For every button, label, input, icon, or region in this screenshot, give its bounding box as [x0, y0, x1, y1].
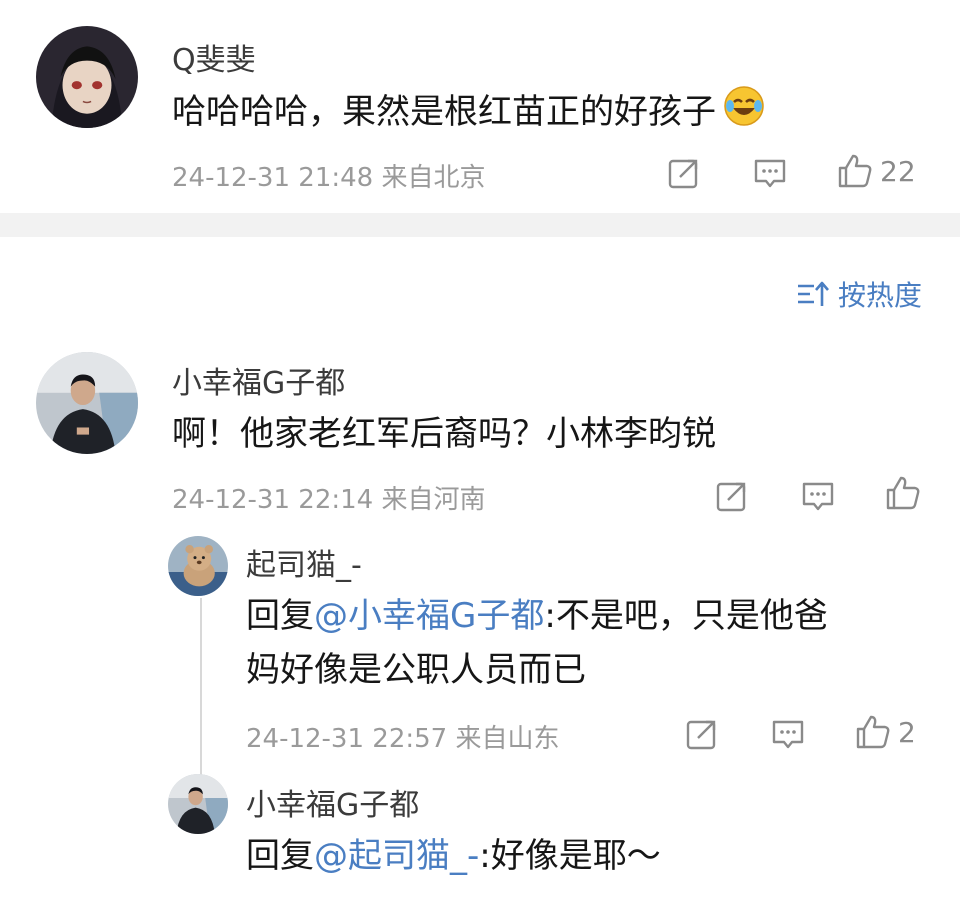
- comment-icon: [754, 159, 786, 188]
- reply-text: 回复@起司猫_-:好像是耶～: [246, 830, 661, 882]
- sort-by-hot-button[interactable]: 按热度: [796, 274, 922, 314]
- thread-connector: [200, 598, 202, 784]
- avatar[interactable]: [36, 352, 138, 454]
- repost-icon: [668, 159, 698, 189]
- avatar[interactable]: [168, 536, 228, 596]
- laugh-cry-emoji-icon: [722, 84, 766, 143]
- repost-button[interactable]: [684, 716, 720, 752]
- reply-meta: 24-12-31 22:57 来自山东: [246, 724, 560, 754]
- comment-meta: 24-12-31 21:48 来自北京: [172, 163, 486, 193]
- thumbs-up-icon: [886, 476, 920, 510]
- reply-text: 回复@小幸福G子都:不是吧，只是他爸: [246, 590, 828, 642]
- like-button[interactable]: [884, 474, 922, 512]
- like-count: 22: [880, 154, 916, 188]
- like-button[interactable]: 22: [836, 152, 916, 190]
- username[interactable]: 小幸福G子都: [246, 780, 419, 824]
- comment-icon: [802, 482, 834, 511]
- repost-icon: [686, 720, 716, 750]
- repost-button[interactable]: [714, 478, 750, 514]
- username[interactable]: Q斐斐: [172, 35, 256, 79]
- username[interactable]: 起司猫_-: [246, 540, 362, 584]
- comment-button[interactable]: [770, 716, 806, 752]
- reply-text-continued: 妈好像是公职人员而已: [246, 650, 586, 690]
- reply-text-body: :不是吧，只是他爸: [544, 596, 828, 636]
- comment-icon: [772, 720, 804, 749]
- sort-label: 按热度: [837, 279, 922, 312]
- comment-button[interactable]: [800, 478, 836, 514]
- comment-text: 哈哈哈哈，果然是根红苗正的好孩子: [172, 84, 766, 143]
- comment-text: 啊！他家老红军后裔吗？小林李昀锐: [172, 414, 716, 454]
- reply-text-body: :好像是耶～: [479, 836, 661, 876]
- comment-text-body: 哈哈哈哈，果然是根红苗正的好孩子: [172, 92, 716, 132]
- repost-button[interactable]: [666, 155, 702, 191]
- repost-icon: [716, 482, 746, 512]
- reply-prefix: 回复: [246, 596, 314, 636]
- username[interactable]: 小幸福G子都: [172, 358, 345, 402]
- like-count: 2: [898, 715, 916, 749]
- thumbs-up-icon: [838, 154, 872, 188]
- comment-button[interactable]: [752, 155, 788, 191]
- thumbs-up-icon: [856, 715, 890, 749]
- avatar[interactable]: [36, 26, 138, 128]
- mention-link[interactable]: @起司猫_-: [314, 836, 479, 876]
- mention-link[interactable]: @小幸福G子都: [314, 596, 544, 636]
- like-button[interactable]: 2: [854, 713, 916, 751]
- avatar[interactable]: [168, 774, 228, 834]
- section-divider: [0, 213, 960, 237]
- reply-prefix: 回复: [246, 836, 314, 876]
- sort-icon: [797, 281, 829, 306]
- comment-meta: 24-12-31 22:14 来自河南: [172, 485, 486, 515]
